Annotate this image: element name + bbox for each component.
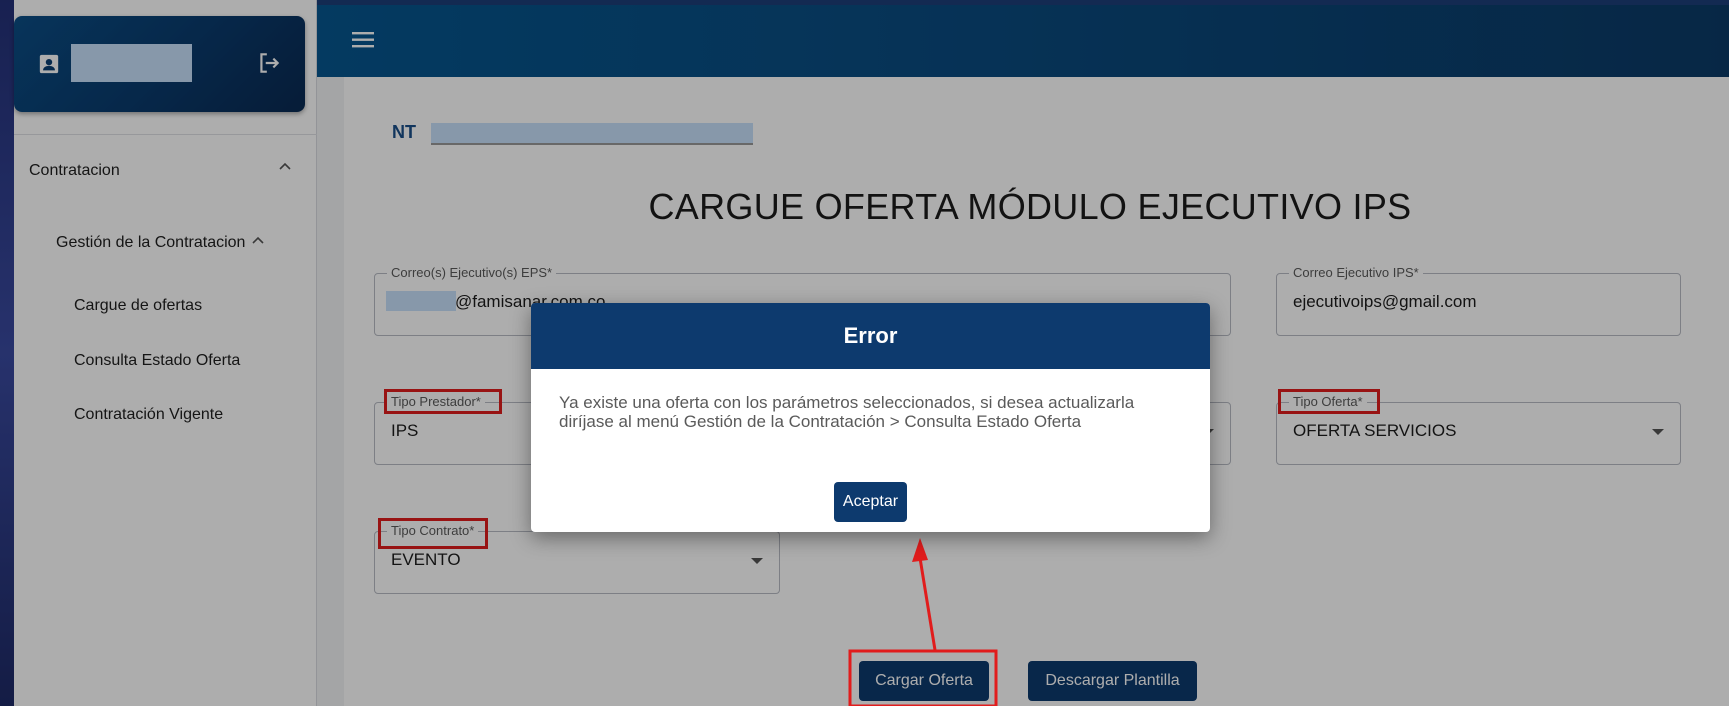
dialog-title: Error	[531, 303, 1210, 369]
dialog-message: Ya existe una oferta con los parámetros …	[559, 393, 1189, 431]
error-dialog: Error Ya existe una oferta con los parám…	[531, 303, 1210, 532]
aceptar-button[interactable]: Aceptar	[834, 482, 907, 522]
dialog-message-line: Ya existe una oferta con los parámetros …	[559, 393, 1135, 412]
dialog-message-line: diríjase al menú Gestión de la Contratac…	[559, 412, 1082, 431]
